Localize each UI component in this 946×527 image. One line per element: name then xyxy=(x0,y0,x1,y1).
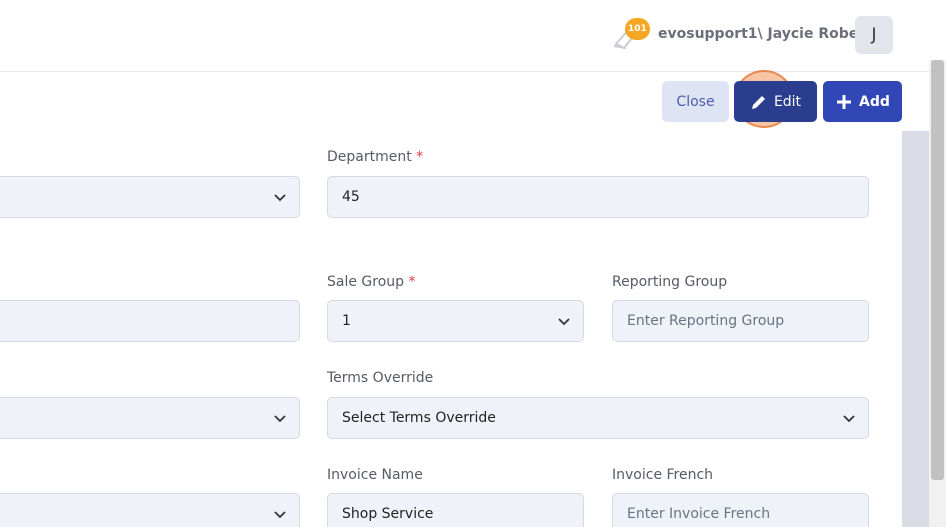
invoice-name-label: Invoice Name xyxy=(327,467,423,483)
edit-button[interactable]: Edit xyxy=(734,81,817,122)
invoice-french-label: Invoice French xyxy=(612,467,714,483)
invoice-french-input[interactable]: Enter Invoice French xyxy=(612,493,869,527)
sale-group-select[interactable]: 1 xyxy=(327,300,584,342)
reporting-group-label: Reporting Group xyxy=(612,274,728,290)
terms-override-select[interactable]: Select Terms Override xyxy=(327,397,869,439)
terms-override-label: Terms Override xyxy=(327,370,434,386)
reporting-group-input[interactable]: Enter Reporting Group xyxy=(612,300,869,342)
close-button[interactable]: Close xyxy=(662,81,729,122)
user-name[interactable]: evosupport1\ Jaycie Roberts xyxy=(658,26,880,42)
add-button[interactable]: Add xyxy=(823,81,902,122)
edit-button-label: Edit xyxy=(773,93,802,110)
chevron-down-icon xyxy=(274,415,286,423)
close-button-label: Close xyxy=(676,93,715,110)
department-label: Department * xyxy=(327,149,424,165)
notification-badge: 101 xyxy=(625,18,650,40)
left-select-4[interactable] xyxy=(0,493,300,527)
chevron-down-icon xyxy=(274,511,286,519)
pencil-icon xyxy=(751,95,765,109)
chevron-down-icon xyxy=(274,194,286,202)
chevron-down-icon xyxy=(558,318,570,326)
add-button-label: Add xyxy=(859,93,890,110)
department-input[interactable]: 45 xyxy=(327,176,869,218)
scrollbar-thumb[interactable] xyxy=(931,60,944,480)
left-select-1[interactable] xyxy=(0,176,300,218)
chevron-down-icon xyxy=(843,415,855,423)
plus-icon xyxy=(837,94,852,109)
avatar[interactable]: J xyxy=(855,16,893,54)
invoice-name-input[interactable]: Shop Service xyxy=(327,493,584,527)
sale-group-label: Sale Group * xyxy=(327,274,416,290)
left-input-2[interactable] xyxy=(0,300,300,342)
left-select-3[interactable] xyxy=(0,397,300,439)
